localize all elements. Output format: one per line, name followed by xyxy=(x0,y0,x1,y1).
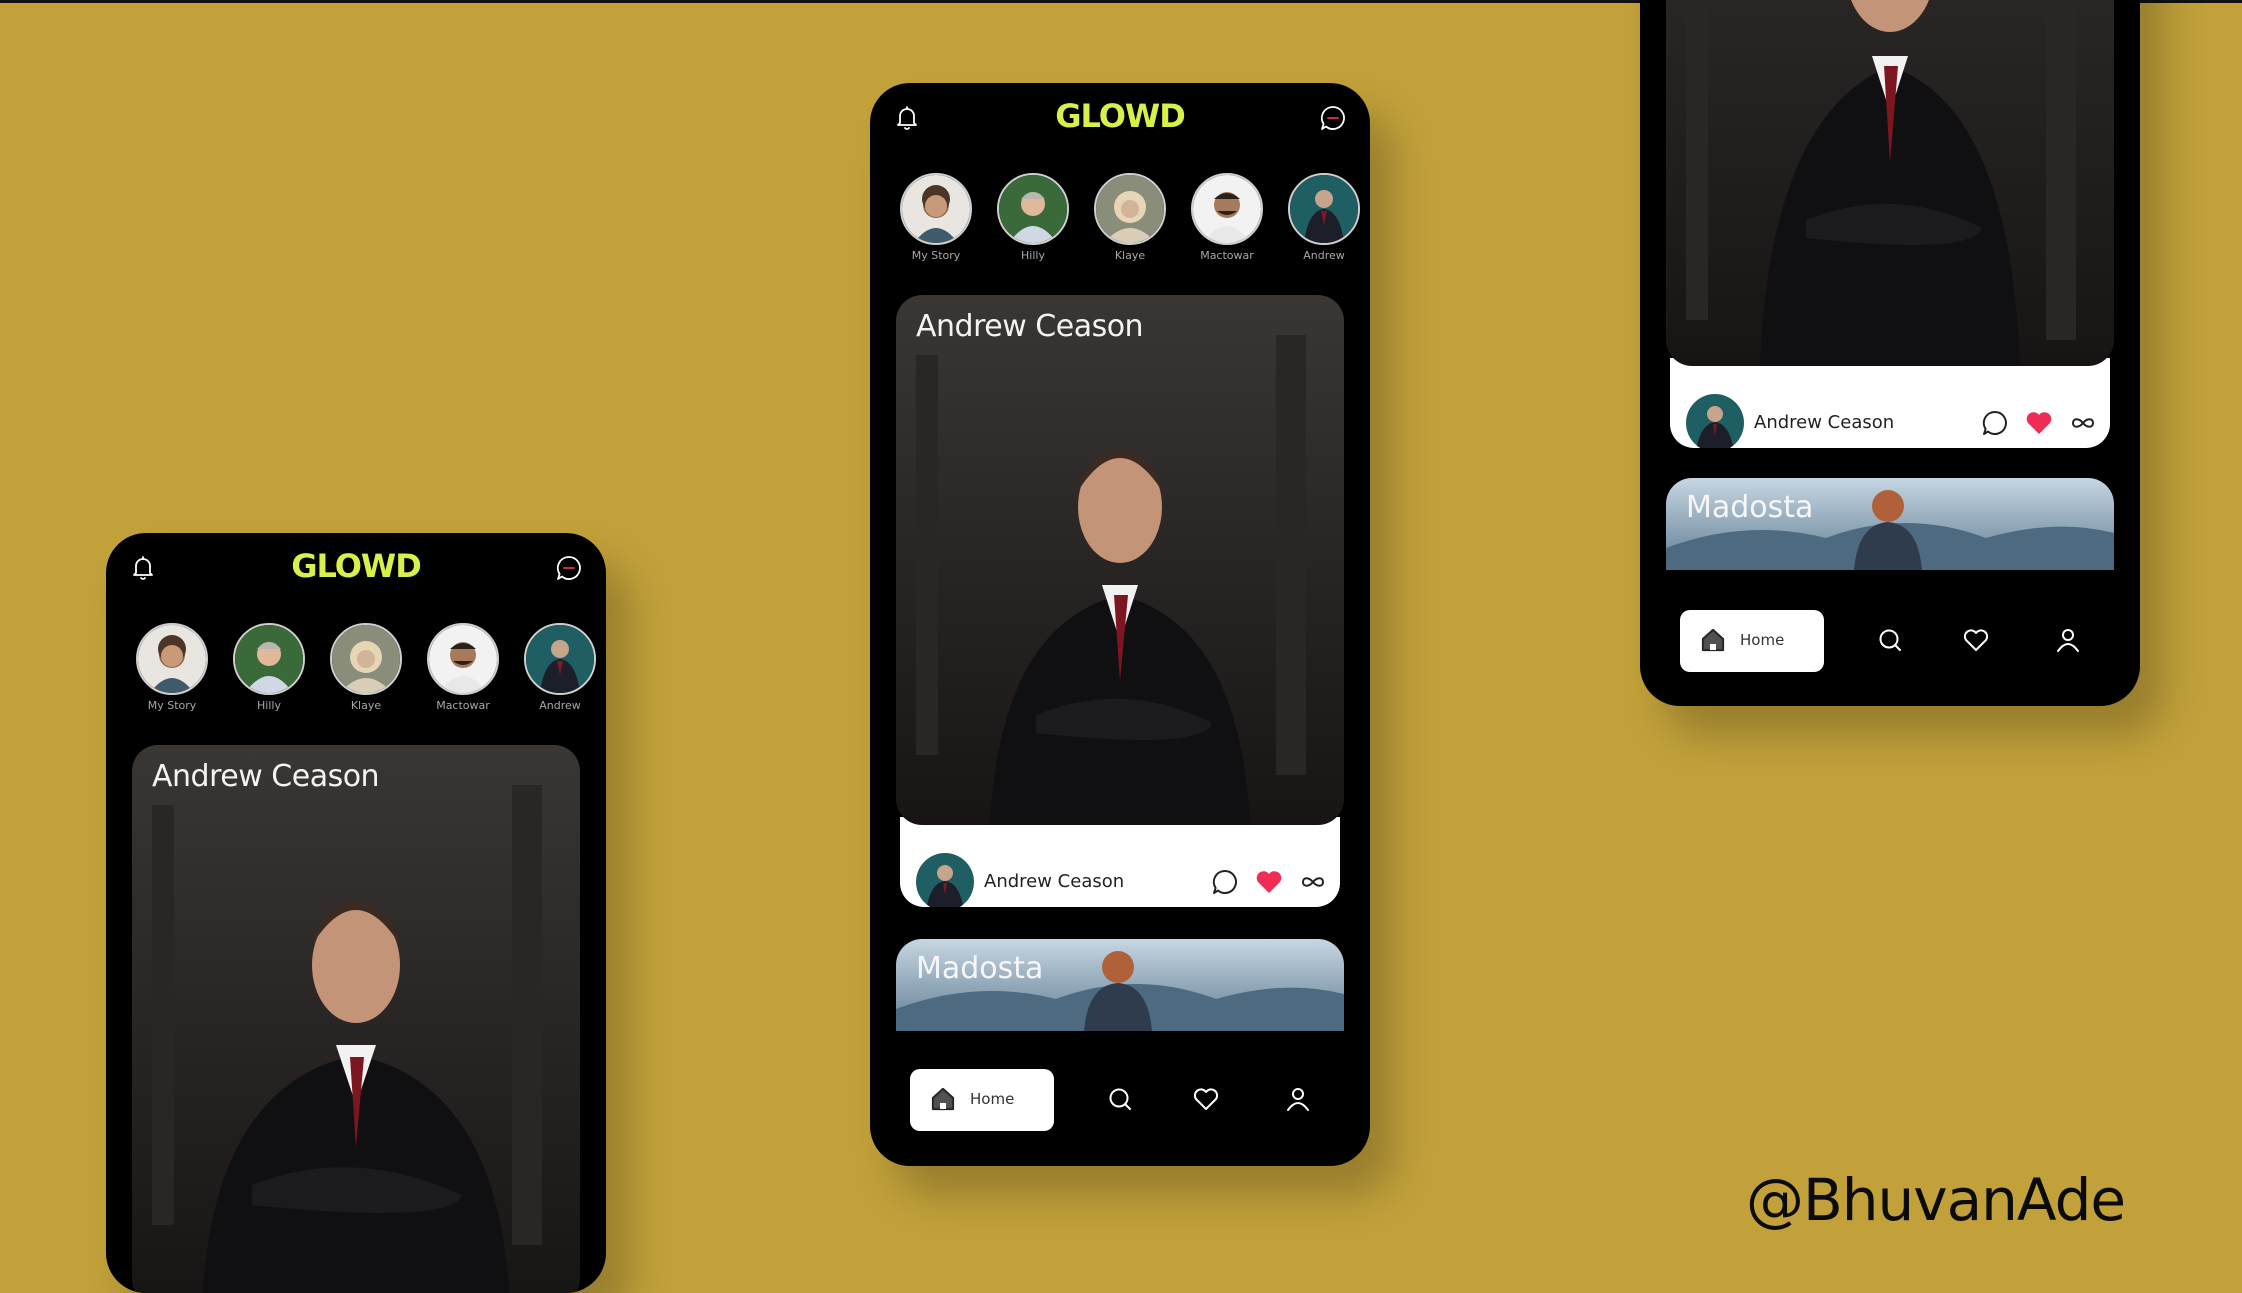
infinity-icon[interactable] xyxy=(1298,867,1328,897)
post-card[interactable]: Andrew Ceason xyxy=(1666,0,2114,448)
story-label: Hilly xyxy=(1021,249,1045,262)
phone-center: GLOWD My Story Hilly Klaye Mactowar Andr… xyxy=(870,83,1370,1166)
stories-row: My Story Hilly Klaye Mactowar Andrew xyxy=(132,623,606,723)
avatar xyxy=(427,623,499,695)
heart-filled-icon[interactable] xyxy=(2024,408,2054,438)
avatar xyxy=(233,623,305,695)
story-label: Hilly xyxy=(257,699,281,712)
story-klaye[interactable]: Klaye xyxy=(1090,173,1170,262)
brand-logo: GLOWD xyxy=(291,547,422,585)
avatar xyxy=(1191,173,1263,245)
story-andrew[interactable]: Andrew xyxy=(1284,173,1364,262)
post-title: Andrew Ceason xyxy=(916,309,1144,344)
search-icon[interactable] xyxy=(1876,626,1904,654)
story-label: Andrew xyxy=(539,699,581,712)
author-watermark: @BhuvanAde xyxy=(1746,1166,2126,1234)
post-photo xyxy=(1666,0,2114,366)
post-author[interactable]: Andrew Ceason xyxy=(1754,412,1894,433)
avatar xyxy=(330,623,402,695)
post-photo xyxy=(896,295,1344,825)
story-my-story[interactable]: My Story xyxy=(896,173,976,262)
app-header: GLOWD xyxy=(106,533,606,603)
avatar xyxy=(997,173,1069,245)
post-title: Andrew Ceason xyxy=(152,759,380,794)
heart-filled-icon[interactable] xyxy=(1254,867,1284,897)
story-klaye[interactable]: Klaye xyxy=(326,623,406,712)
phone-right: Andrew Ceason Madosta Home xyxy=(1640,0,2140,706)
nav-home-button[interactable]: Home xyxy=(1680,610,1824,672)
story-label: Klaye xyxy=(1114,249,1146,262)
post-author[interactable]: Andrew Ceason xyxy=(984,871,1124,892)
story-label: Klaye xyxy=(350,699,382,712)
chat-icon[interactable] xyxy=(1318,103,1348,133)
story-label: Mactowar xyxy=(1200,249,1254,262)
post-photo xyxy=(132,745,580,1293)
next-post-title: Madosta xyxy=(1686,490,1814,525)
heart-icon[interactable] xyxy=(1962,626,1990,654)
home-icon xyxy=(1701,628,1725,652)
user-icon[interactable] xyxy=(1284,1085,1312,1113)
story-hilly[interactable]: Hilly xyxy=(993,173,1073,262)
author-avatar[interactable] xyxy=(1686,394,1744,448)
home-icon xyxy=(931,1087,955,1111)
story-hilly[interactable]: Hilly xyxy=(229,623,309,712)
nav-home-label: Home xyxy=(970,1090,1015,1108)
author-avatar[interactable] xyxy=(916,853,974,907)
phone-left: GLOWD My Story Hilly Klaye Mactowar Andr… xyxy=(106,533,606,1293)
comment-icon[interactable] xyxy=(1210,867,1240,897)
infinity-icon[interactable] xyxy=(2068,408,2098,438)
story-label: My Story xyxy=(147,699,197,712)
story-my-story[interactable]: My Story xyxy=(132,623,212,712)
bottom-nav: Home xyxy=(870,1063,1370,1133)
post-footer: Andrew Ceason xyxy=(900,817,1340,907)
comment-icon[interactable] xyxy=(1980,408,2010,438)
heart-icon[interactable] xyxy=(1192,1085,1220,1113)
avatar xyxy=(1288,173,1360,245)
nav-home-label: Home xyxy=(1740,631,1785,649)
story-mactowar[interactable]: Mactowar xyxy=(423,623,503,712)
post-footer: Andrew Ceason xyxy=(1670,358,2110,448)
post-card[interactable]: Andrew Ceason xyxy=(132,745,580,1293)
avatar xyxy=(1094,173,1166,245)
story-andrew[interactable]: Andrew xyxy=(520,623,600,712)
app-header: GLOWD xyxy=(870,83,1370,153)
avatar xyxy=(136,623,208,695)
bottom-nav: Home xyxy=(1640,604,2140,674)
avatar xyxy=(524,623,596,695)
user-icon[interactable] xyxy=(2054,626,2082,654)
nav-home-button[interactable]: Home xyxy=(910,1069,1054,1131)
story-label: Mactowar xyxy=(436,699,490,712)
chat-icon[interactable] xyxy=(554,553,584,583)
next-post-card[interactable]: Madosta xyxy=(1666,478,2114,570)
next-post-card[interactable]: Madosta xyxy=(896,939,1344,1031)
stories-row: My Story Hilly Klaye Mactowar Andrew xyxy=(896,173,1370,273)
post-card[interactable]: Andrew Ceason xyxy=(896,295,1344,907)
story-label: My Story xyxy=(911,249,961,262)
search-icon[interactable] xyxy=(1106,1085,1134,1113)
story-mactowar[interactable]: Mactowar xyxy=(1187,173,1267,262)
story-label: Andrew xyxy=(1303,249,1345,262)
avatar xyxy=(900,173,972,245)
next-post-title: Madosta xyxy=(916,951,1044,986)
brand-logo: GLOWD xyxy=(1055,97,1186,135)
